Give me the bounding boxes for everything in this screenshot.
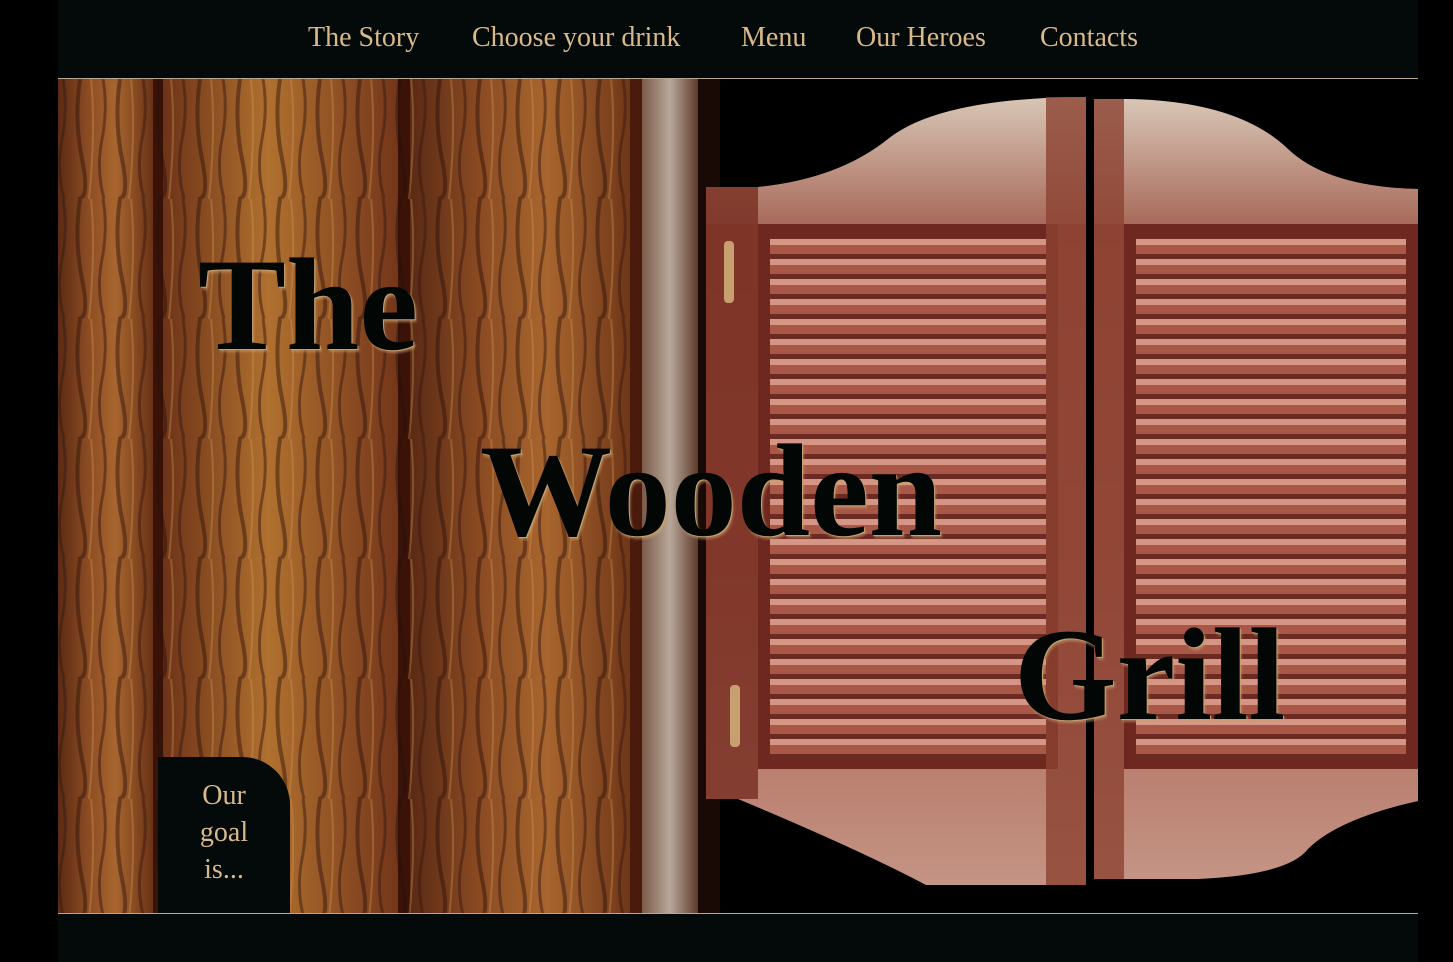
- title-word-grill: Grill: [1014, 601, 1286, 748]
- nav-item-our-heroes[interactable]: Our Heroes: [856, 22, 986, 54]
- goal-badge-line: goal: [199, 817, 249, 848]
- bottom-divider: [58, 913, 1418, 914]
- title-word-the: The: [198, 231, 419, 378]
- page: The Story Choose your drink Menu Our Her…: [58, 0, 1418, 962]
- top-navigation: The Story Choose your drink Menu Our Her…: [58, 0, 1418, 79]
- nav-item-choose-your-drink[interactable]: Choose your drink: [472, 22, 680, 54]
- goal-badge-line: Our: [202, 780, 246, 811]
- our-goal-badge[interactable]: Our goal is...: [158, 757, 290, 913]
- nav-item-menu[interactable]: Menu: [741, 22, 806, 54]
- nav-item-contacts[interactable]: Contacts: [1040, 22, 1138, 54]
- title-word-wooden: Wooden: [480, 417, 943, 564]
- hero-section: The Wooden Grill Our goal is...: [58, 79, 1418, 913]
- goal-badge-line: is...: [204, 854, 244, 885]
- nav-item-the-story[interactable]: The Story: [308, 22, 419, 54]
